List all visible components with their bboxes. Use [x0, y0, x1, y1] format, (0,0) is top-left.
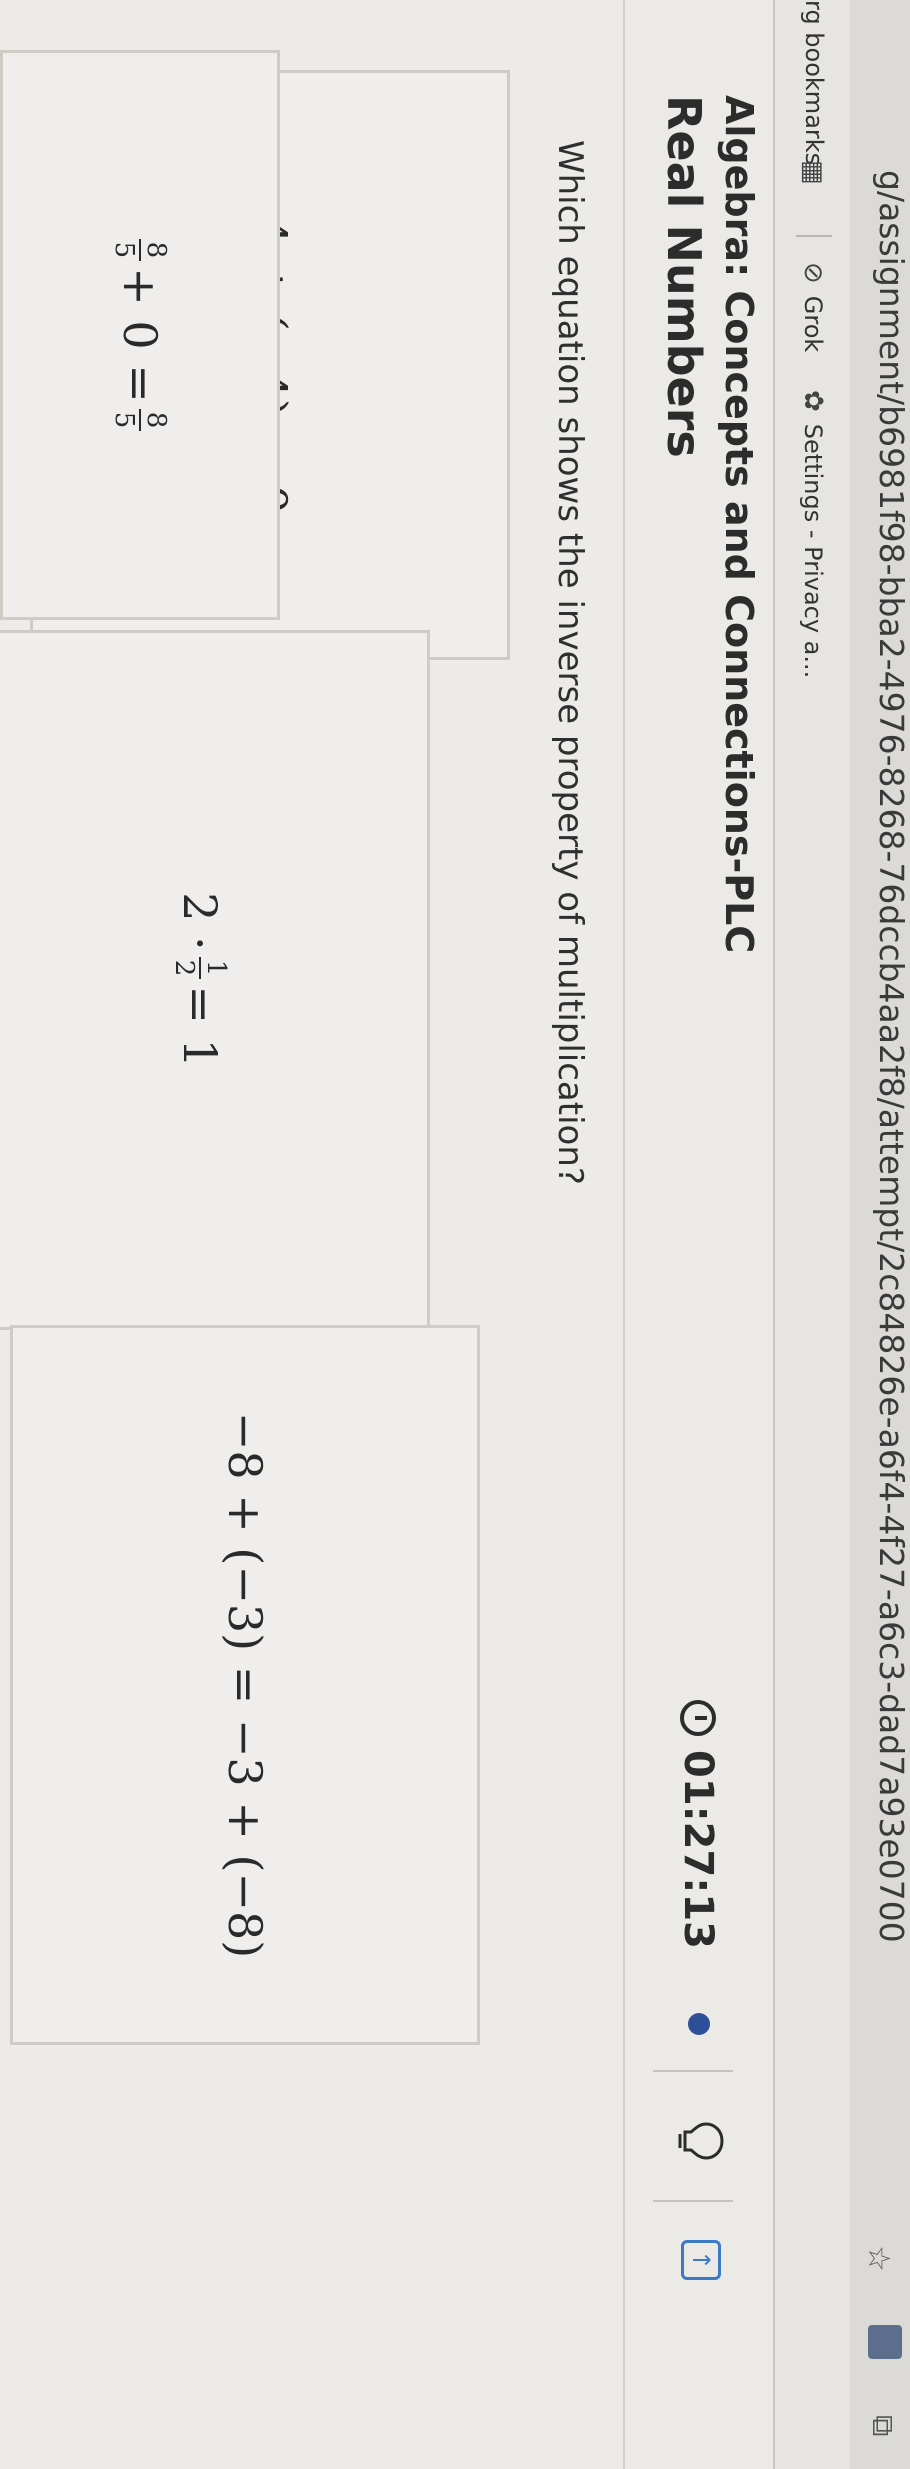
fraction-denominator: 2: [169, 959, 199, 977]
app-header: Algebra: Concepts and Connections-PLC Re…: [623, 0, 773, 2469]
bookmark-label: rg bookmarks: [800, 0, 828, 166]
bookmarks-bar: rg bookmarks ▦ ⊘ Grok ✿ Settings - Priva…: [773, 0, 850, 2469]
option-b-equation: 2 · 1 2 = 1: [169, 892, 231, 1068]
tool-icon[interactable]: ↑: [681, 2240, 721, 2280]
question-prompt: Which equation shows the inverse propert…: [550, 140, 590, 1185]
lightbulb-icon[interactable]: [677, 2120, 725, 2162]
apps-icon[interactable]: ▦: [798, 160, 828, 197]
course-title: Algebra: Concepts and Connections-PLC: [717, 95, 761, 954]
clock-icon: [680, 1700, 716, 1736]
fraction-numerator: 1: [199, 956, 231, 980]
rotated-page: g/assignment/b6981f98-bba2-4976-8268-76d…: [0, 0, 910, 2469]
option-d-fraction-2: 8 5: [109, 408, 171, 432]
grok-icon: ⊘: [798, 262, 828, 284]
answer-option-b[interactable]: 2 · 1 2 = 1: [0, 630, 430, 1330]
header-rule: [623, 0, 625, 2469]
header-divider: [653, 2070, 733, 2072]
bookmark-grok[interactable]: ⊘ Grok: [798, 262, 828, 352]
bookmark-separator: [796, 235, 832, 237]
timer: 01:27:13: [675, 1700, 721, 1949]
option-d-equation: 8 5 + 0 = 8 5: [109, 233, 171, 438]
status-dot: [688, 2013, 710, 2035]
extensions-puzzle-icon[interactable]: ⧉: [865, 2415, 900, 2436]
timer-value: 01:27:13: [675, 1750, 721, 1949]
answer-option-c[interactable]: −8 + (−3) = −3 + (−8): [10, 1325, 480, 2045]
bookmark-label: Settings - Privacy a...: [799, 423, 827, 679]
lesson-title: Real Numbers: [657, 95, 711, 458]
option-b-fraction: 1 2: [169, 956, 231, 980]
option-b-post: = 1: [173, 985, 227, 1068]
option-d-fraction-1: 8 5: [109, 238, 171, 262]
screen: g/assignment/b6981f98-bba2-4976-8268-76d…: [0, 0, 910, 2469]
option-d-mid: + 0 =: [113, 267, 167, 403]
extension-icon[interactable]: [868, 2325, 902, 2359]
fraction-denominator: 5: [109, 241, 139, 259]
address-bar[interactable]: g/assignment/b6981f98-bba2-4976-8268-76d…: [850, 0, 910, 2469]
fraction-numerator: 8: [139, 408, 171, 432]
fraction-numerator: 8: [139, 238, 171, 262]
option-c-equation: −8 + (−3) = −3 + (−8): [218, 1411, 272, 1959]
option-b-pre: 2 ·: [173, 892, 227, 951]
apps-icon: ▦: [798, 160, 828, 185]
bookmark-settings[interactable]: ✿ Settings - Privacy a...: [798, 390, 828, 678]
answer-option-d[interactable]: 8 5 + 0 = 8 5: [0, 50, 280, 620]
url-text[interactable]: g/assignment/b6981f98-bba2-4976-8268-76d…: [872, 170, 910, 1943]
bookmark-label: Grok: [799, 295, 827, 353]
gear-icon: ✿: [798, 390, 828, 412]
fraction-denominator: 5: [109, 411, 139, 429]
bookmark-all[interactable]: rg bookmarks: [800, 0, 828, 165]
header-divider: [653, 2200, 733, 2202]
bookmark-star-icon[interactable]: ☆: [861, 2245, 896, 2272]
